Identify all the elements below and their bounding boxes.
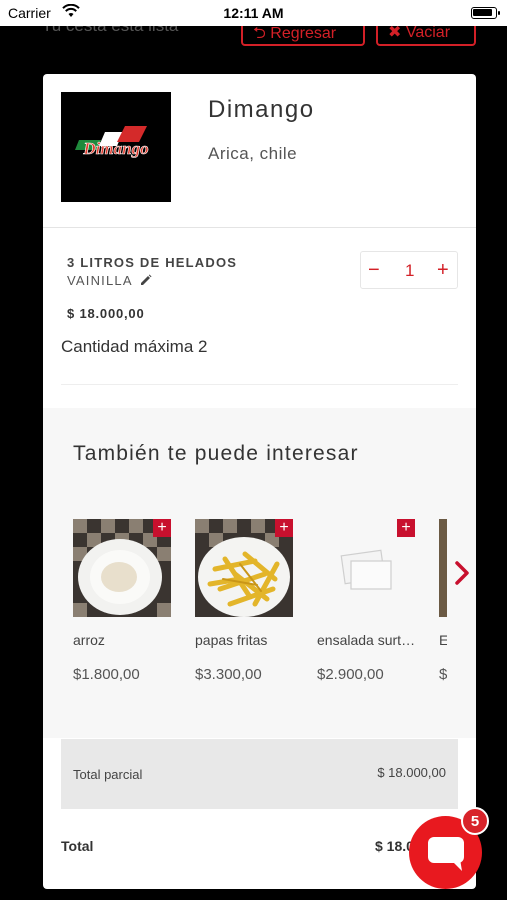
cart-item-price: $ 18.000,00: [67, 306, 145, 321]
product-name: arroz: [73, 632, 105, 648]
subtotal-value: $ 18.000,00: [377, 765, 446, 780]
add-product-button[interactable]: +: [275, 519, 293, 537]
add-product-button[interactable]: +: [153, 519, 171, 537]
increase-button[interactable]: +: [437, 259, 449, 282]
suggestions-carousel[interactable]: + arroz $1.800,00 + papas fritas $3.300,…: [43, 408, 447, 738]
max-quantity-note: Cantidad máxima 2: [61, 337, 208, 356]
back-icon: ⮌: [253, 26, 271, 42]
clock: 12:11 AM: [223, 5, 284, 21]
status-bar: Carrier 12:11 AM: [0, 0, 507, 26]
product-image[interactable]: [439, 519, 447, 617]
product-price: $2.900,00: [317, 666, 384, 683]
clear-cart-button[interactable]: ✖ Vaciar: [376, 26, 476, 46]
product-name: ensalada surtida: [317, 632, 417, 648]
restaurant-name: Dimango: [208, 96, 315, 123]
logo-text: Dimango: [82, 139, 148, 158]
cart-header: Tu cesta está lista ⮌ Regresar ✖ Vaciar: [0, 26, 507, 48]
product-price: $: [439, 666, 447, 683]
cart-item-name: 3 LITROS DE HELADOS: [67, 255, 238, 270]
chat-bubble-icon: [428, 837, 464, 871]
product-name: papas fritas: [195, 632, 268, 648]
chevron-right-icon[interactable]: [453, 560, 471, 586]
restaurant-city: Arica, chile: [208, 144, 298, 163]
restaurant-logo: Dimango: [61, 92, 171, 202]
quantity-stepper: − 1 +: [360, 251, 458, 289]
cart-ready-text: Tu cesta está lista: [42, 26, 178, 36]
clear-label: Vaciar: [405, 26, 451, 41]
subtotal-label: Total parcial: [73, 767, 143, 782]
add-product-button[interactable]: +: [397, 519, 415, 537]
suggestions-section: También te puede interesar + arroz $1.80…: [43, 408, 476, 738]
chat-badge: 5: [461, 807, 489, 835]
product-price: $1.800,00: [73, 666, 140, 683]
total-label: Total: [61, 838, 94, 854]
variant-label: VAINILLA: [67, 273, 133, 288]
cart-item-variant[interactable]: VAINILLA: [67, 273, 152, 288]
product-name: E: [439, 632, 447, 648]
pencil-icon[interactable]: [140, 274, 152, 286]
back-button[interactable]: ⮌ Regresar: [241, 26, 365, 46]
product-price: $3.300,00: [195, 666, 262, 683]
close-icon: ✖: [388, 26, 406, 41]
subtotal-row: Total parcial $ 18.000,00: [61, 739, 458, 809]
quantity-value: 1: [405, 261, 415, 280]
divider: [43, 227, 476, 228]
battery-icon: [471, 7, 500, 19]
back-label: Regresar: [270, 26, 337, 42]
decrease-button[interactable]: −: [368, 259, 380, 282]
cart-card: Dimango Dimango Arica, chile 3 LITROS DE…: [43, 74, 476, 889]
divider: [61, 384, 458, 385]
